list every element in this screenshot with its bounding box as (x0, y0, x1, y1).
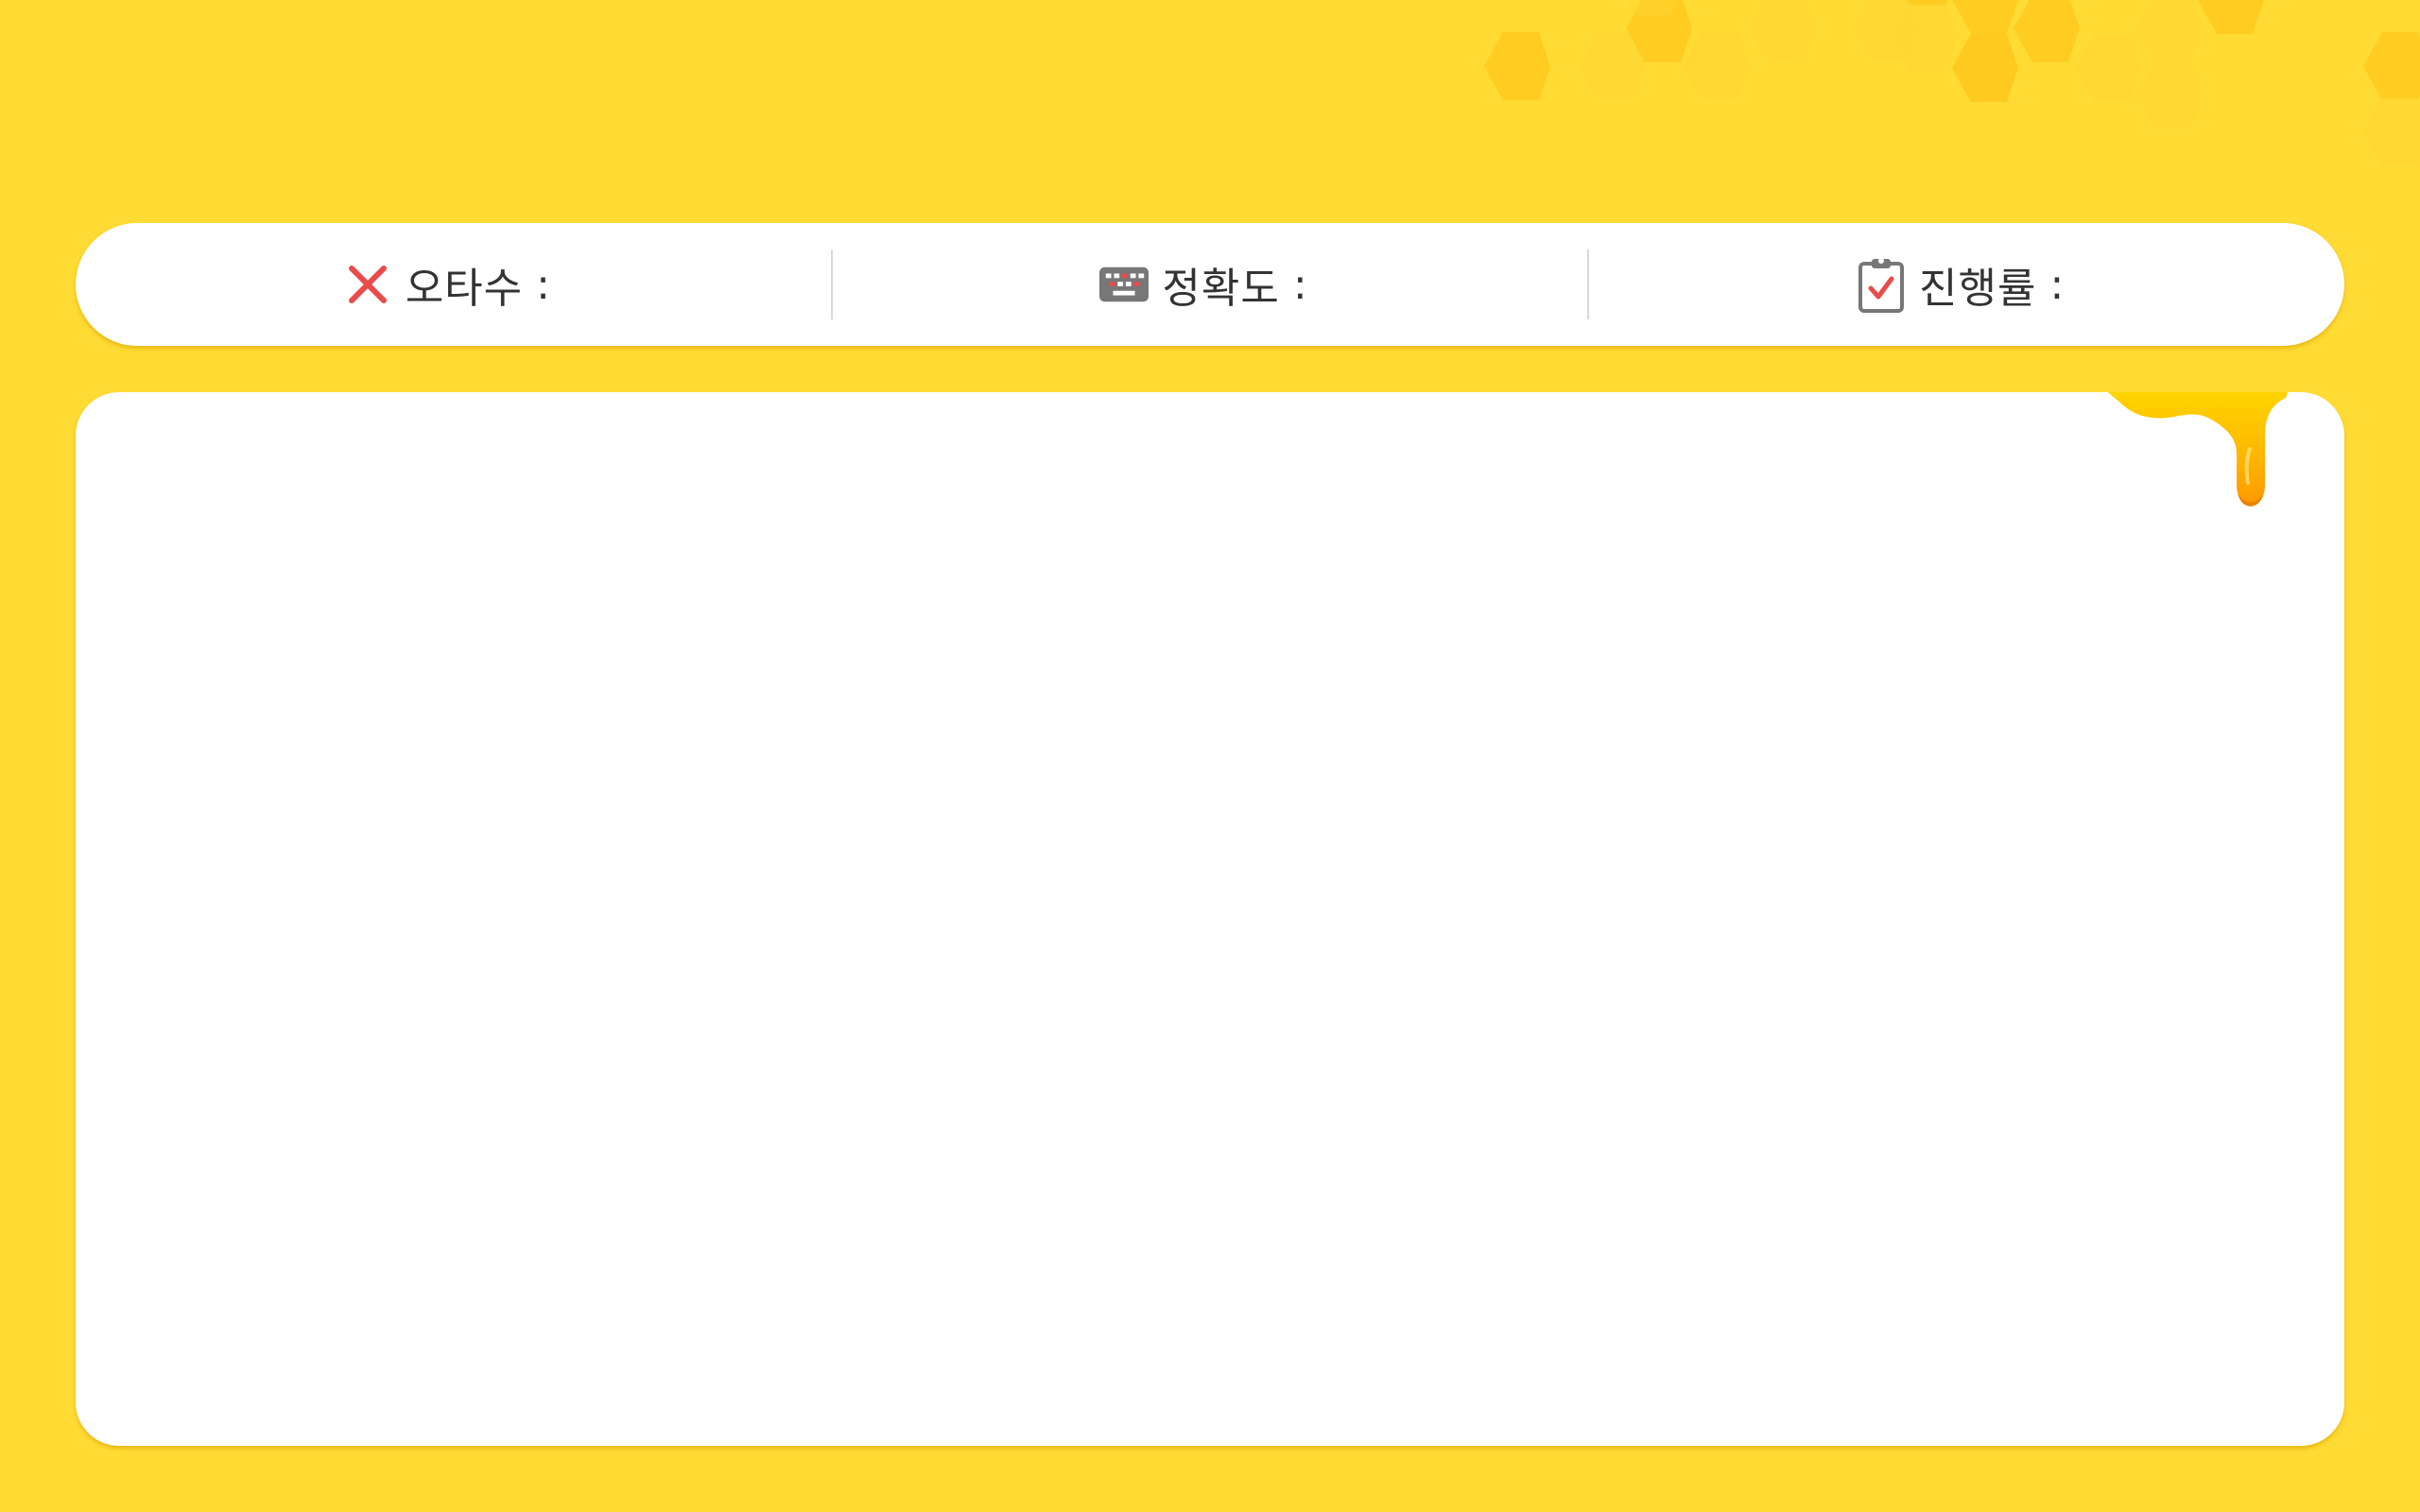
progress-stat: 진행률 : (1589, 223, 2344, 346)
typo-count-colon: : (536, 260, 550, 309)
accuracy-colon: : (1292, 260, 1307, 309)
progress-colon: : (2049, 260, 2065, 309)
keyboard-icon (1099, 260, 1150, 309)
accuracy-stat: 정확도 : (833, 223, 1588, 346)
typing-content-panel (76, 392, 2344, 1446)
honeycomb-decoration (1484, 0, 2420, 166)
progress-label: 진행률 (1919, 265, 2037, 313)
typo-count-stat: 오타수 : (76, 223, 831, 346)
typo-count-label: 오타수 (405, 265, 524, 313)
accuracy-label: 정확도 (1162, 265, 1280, 313)
clipboard-check-icon (1857, 258, 1906, 313)
honey-drip-decoration (2108, 392, 2288, 507)
stats-bar: 오타수 : 정확도: 진행률: (76, 223, 2344, 346)
close-x-icon (343, 260, 392, 309)
